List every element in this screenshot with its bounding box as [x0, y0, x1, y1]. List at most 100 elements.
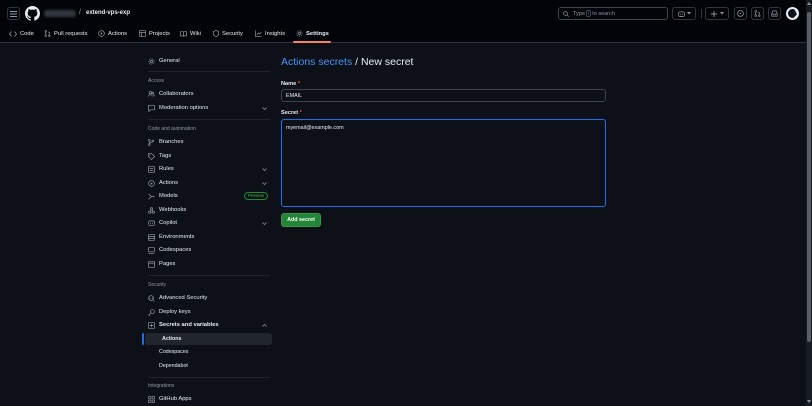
gear-icon [296, 30, 303, 37]
sidebar-item-label: Codespaces [159, 247, 192, 253]
sidebar-item-label: Webhooks [159, 207, 187, 213]
search-shortcut-key: / [585, 10, 592, 17]
tab-settings[interactable]: Settings [296, 28, 329, 39]
sidebar-item-codespaces[interactable]: Codespaces [142, 244, 272, 256]
report-icon [148, 104, 156, 112]
header-divider [701, 9, 702, 18]
scroll-down-arrow-icon[interactable] [807, 400, 811, 403]
sidebar-item-models[interactable]: Models Preview [142, 190, 272, 202]
breadcrumb-actions-secrets-link[interactable]: Actions secrets [281, 56, 352, 68]
sidebar-divider [148, 275, 270, 276]
search-placeholder-suffix: to search [592, 10, 615, 17]
section-heading-code-automation: Code and automation [148, 126, 196, 132]
tab-pull-requests[interactable]: Pull requests [44, 28, 88, 39]
scroll-up-arrow-icon[interactable] [807, 2, 811, 5]
sidebar-item-actions[interactable]: Actions [142, 177, 272, 189]
sidebar-divider [148, 377, 270, 378]
label-text: Name [281, 81, 297, 87]
shield-icon [213, 30, 219, 37]
issues-button[interactable] [734, 7, 747, 20]
create-new-button[interactable] [705, 7, 729, 20]
sidebar-item-secrets-variables[interactable]: Secrets and variables [142, 319, 272, 331]
pull-request-icon [44, 30, 51, 37]
branch-icon [148, 138, 156, 146]
book-icon [180, 30, 187, 37]
sidebar-item-label: Models [159, 193, 178, 199]
apps-icon [148, 395, 156, 403]
notifications-button[interactable] [768, 7, 781, 20]
inbox-icon [771, 10, 778, 17]
sidebar-item-general[interactable]: General [142, 55, 272, 67]
tab-label: Code [20, 30, 34, 37]
sidebar-item-environments[interactable]: Environments [142, 231, 272, 243]
sidebar-subitem-codespaces[interactable]: Codespaces [142, 346, 272, 358]
section-heading-integrations: Integrations [148, 383, 175, 389]
secret-name-input[interactable]: EMAIL [281, 89, 606, 102]
key-icon [148, 308, 156, 316]
search-input[interactable]: Type / to search [558, 7, 668, 20]
sidebar-item-label: Rules [159, 166, 174, 172]
page-scrollbar[interactable] [806, 0, 812, 406]
tab-insights[interactable]: Insights [255, 28, 285, 39]
sidebar-divider [148, 119, 270, 120]
section-heading-security: Security [148, 282, 167, 288]
sidebar-item-advanced-security[interactable]: Advanced Security [142, 292, 272, 304]
page-title-text: / New secret [352, 56, 414, 68]
sidebar-subitem-dependabot[interactable]: Dependabot [142, 360, 272, 372]
play-icon [98, 30, 105, 37]
sidebar-divider [148, 71, 270, 72]
tab-projects[interactable]: Projects [139, 28, 170, 39]
copilot-icon [677, 10, 685, 17]
sidebar-item-label: Collaborators [159, 91, 194, 97]
codespaces-icon [148, 246, 156, 254]
sidebar-item-label: Environments [159, 234, 195, 240]
sidebar-item-webhooks[interactable]: Webhooks [142, 204, 272, 216]
sidebar-item-label: Actions [159, 180, 179, 186]
sidebar-item-deploy-keys[interactable]: Deploy keys [142, 306, 272, 318]
tab-code[interactable]: Code [9, 28, 34, 39]
models-icon [148, 193, 156, 200]
user-avatar[interactable] [786, 7, 799, 20]
active-item-indicator [142, 333, 144, 345]
github-logo-icon[interactable] [25, 6, 40, 21]
sidebar-item-moderation[interactable]: Moderation options [142, 102, 272, 114]
gear-icon [148, 58, 156, 65]
hamburger-icon [10, 10, 17, 17]
section-heading-access: Access [148, 78, 165, 84]
sidebar-item-branches[interactable]: Branches [142, 136, 272, 148]
sidebar-subitem-actions[interactable]: Actions [145, 333, 272, 345]
chevron-up-icon [262, 323, 267, 327]
play-icon [148, 179, 156, 187]
sidebar-item-copilot[interactable]: Copilot [142, 217, 272, 229]
sidebar-item-tags[interactable]: Tags [142, 150, 272, 162]
tab-label: Projects [149, 30, 170, 37]
pull-requests-button[interactable] [751, 7, 764, 20]
pull-request-icon [754, 10, 761, 17]
plus-icon [710, 10, 717, 17]
sidebar-item-pages[interactable]: Pages [142, 258, 272, 270]
add-secret-button[interactable]: Add secret [281, 213, 321, 227]
required-mark: * [297, 81, 300, 87]
copilot-button[interactable] [672, 7, 696, 20]
chevron-down-icon [262, 181, 267, 185]
hamburger-menu-button[interactable] [7, 7, 20, 20]
secret-field-label: Secret * [281, 110, 302, 116]
sidebar-item-label: Secrets and variables [159, 322, 219, 328]
name-field-label: Name * [281, 81, 300, 87]
tab-wiki[interactable]: Wiki [180, 28, 201, 39]
tab-security[interactable]: Security [213, 28, 243, 39]
sidebar-item-collaborators[interactable]: Collaborators [142, 88, 272, 100]
repo-name-link[interactable]: extend-vps-exp [86, 10, 130, 16]
tab-actions[interactable]: Actions [98, 28, 127, 39]
sidebar-item-rules[interactable]: Rules [142, 163, 272, 175]
webhook-icon [148, 206, 156, 214]
tab-label: Pull requests [54, 30, 88, 37]
sidebar-item-label: Branches [159, 139, 184, 145]
sidebar-item-github-apps[interactable]: GitHub Apps [142, 393, 272, 405]
secret-value-textarea[interactable]: myemail@example.com [281, 119, 606, 207]
page-title: Actions secrets / New secret [281, 56, 413, 68]
sidebar-item-label: Advanced Security [159, 295, 208, 301]
scrollbar-thumb[interactable] [807, 12, 811, 342]
owner-name-redacted[interactable] [44, 10, 76, 17]
sidebar-item-label: Deploy keys [159, 309, 191, 315]
